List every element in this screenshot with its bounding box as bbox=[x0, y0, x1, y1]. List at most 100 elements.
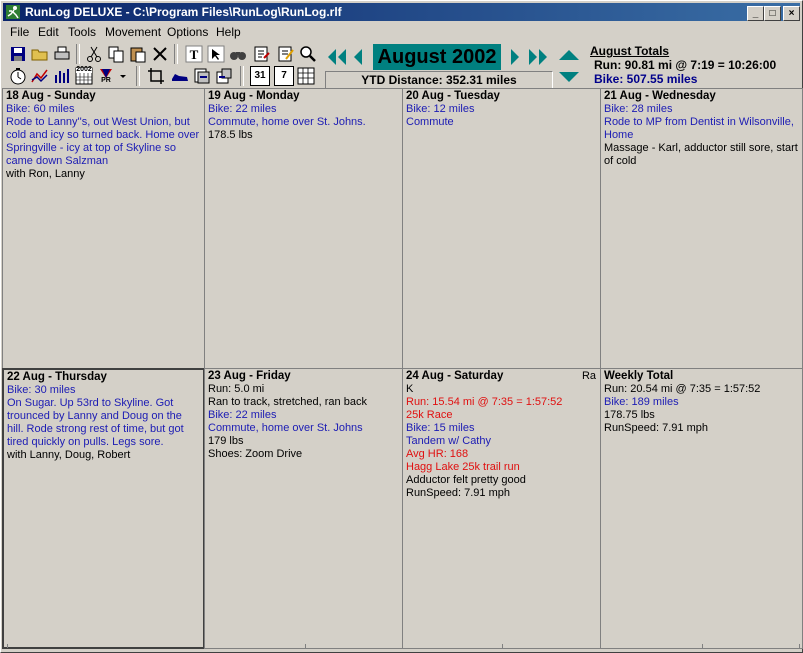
year-badge: 2002 bbox=[76, 66, 92, 73]
save-icon[interactable] bbox=[8, 44, 28, 64]
menu-bar: File Edit Tools Movement Options Help bbox=[3, 23, 800, 41]
crop-icon[interactable] bbox=[146, 66, 166, 86]
entry-line: Tandem w/ Cathy bbox=[406, 435, 491, 447]
entry-line: Shoes: Zoom Drive bbox=[208, 448, 303, 460]
entry-line: with Ron, Lanny bbox=[6, 168, 85, 180]
bar-chart-icon[interactable] bbox=[52, 66, 72, 86]
scale-tick bbox=[600, 644, 601, 648]
menu-options[interactable]: Options bbox=[167, 25, 208, 39]
stopwatch-icon[interactable] bbox=[8, 66, 28, 86]
close-button[interactable]: × bbox=[783, 6, 800, 21]
entry-line: Ran to track, stretched, ran back bbox=[208, 396, 367, 408]
week-view-icon[interactable]: 7 bbox=[274, 66, 294, 86]
print-icon[interactable] bbox=[52, 44, 72, 64]
scroll-down-icon[interactable] bbox=[556, 68, 582, 86]
day-header: Weekly Total bbox=[604, 370, 674, 382]
previous-year-icon[interactable] bbox=[326, 46, 348, 68]
day-cell[interactable]: 21 Aug - Wednesday Bike: 28 miles Rode to … bbox=[600, 88, 803, 369]
entry-line: Run: 15.54 mi @ 7:35 = 1:57:52 bbox=[406, 396, 563, 408]
entry-line: Run: 20.54 mi @ 7:35 = 1:57:52 bbox=[604, 383, 761, 395]
scale-tick bbox=[702, 644, 703, 648]
toolbar-row-1: T bbox=[6, 44, 326, 66]
entry-line: Bike: 22 miles bbox=[208, 103, 277, 115]
day-header: 22 Aug - Thursday bbox=[7, 371, 107, 383]
entry-line: RunSpeed: 7.91 mph bbox=[406, 487, 510, 499]
menu-tools[interactable]: Tools bbox=[68, 25, 96, 39]
entry-line: Commute bbox=[406, 116, 454, 128]
day-corner-text: Ra bbox=[581, 370, 596, 382]
runner-app-icon bbox=[6, 5, 20, 19]
entry-line: Adductor felt pretty good bbox=[406, 474, 526, 486]
day-cell[interactable]: Weekly Total Run: 20.54 mi @ 7:35 = 1:57:… bbox=[600, 368, 803, 649]
week-calendar: 18 Aug - Sunday Bike: 60 miles Rode to Lan… bbox=[2, 88, 803, 649]
entry-line: RunSpeed: 7.91 mph bbox=[604, 422, 708, 434]
day-cell[interactable]: 19 Aug - Monday Bike: 22 miles Commute, ho… bbox=[204, 88, 403, 369]
day-header: 20 Aug - Tuesday bbox=[406, 90, 500, 102]
next-year-icon[interactable] bbox=[527, 46, 549, 68]
day-cell[interactable]: 20 Aug - Tuesday Bike: 12 miles Commute bbox=[402, 88, 601, 369]
entry-line: 25k Race bbox=[406, 409, 453, 421]
calendar-2002-icon[interactable]: 2002 bbox=[74, 66, 94, 86]
menu-help[interactable]: Help bbox=[216, 25, 241, 39]
month-label: August 2002 bbox=[373, 44, 501, 70]
shoe-icon[interactable] bbox=[170, 66, 190, 86]
dropdown-icon[interactable] bbox=[118, 66, 128, 86]
totals-bike: Bike: 507.55 miles bbox=[594, 72, 698, 86]
scale-tick bbox=[7, 644, 8, 648]
title-bar[interactable]: RunLog DELUXE - C:\Program Files\RunLog\… bbox=[3, 3, 800, 21]
day-header: 18 Aug - Sunday bbox=[6, 90, 96, 102]
entry-line: Commute, home over St. Johns. bbox=[208, 116, 366, 128]
maximize-button[interactable]: □ bbox=[764, 6, 781, 21]
day-header: 24 Aug - Saturday bbox=[406, 370, 504, 382]
month-view-icon[interactable] bbox=[296, 66, 316, 86]
entry-line: Rode to MP from Dentist in Wilsonville, … bbox=[604, 116, 794, 141]
ytd-distance: YTD Distance: 352.31 miles bbox=[325, 71, 553, 89]
entry-line: Bike: 28 miles bbox=[604, 103, 673, 115]
entry-line: Massage - Karl, adductor still sore, sta… bbox=[604, 142, 798, 167]
window-title: RunLog DELUXE - C:\Program Files\RunLog\… bbox=[25, 5, 342, 19]
find-icon[interactable] bbox=[228, 44, 248, 64]
delete-icon[interactable] bbox=[150, 44, 170, 64]
scale-tick bbox=[799, 644, 800, 648]
scale-tick bbox=[204, 644, 205, 648]
toolbar-separator bbox=[136, 66, 140, 86]
day-cell[interactable]: 23 Aug - Friday Run: 5.0 mi Ran to track, … bbox=[204, 368, 403, 649]
menu-file[interactable]: File bbox=[10, 25, 29, 39]
entry-line: 178.5 lbs bbox=[208, 129, 253, 141]
text-icon[interactable]: T bbox=[184, 44, 204, 64]
menu-movement[interactable]: Movement bbox=[105, 25, 161, 39]
minimize-button[interactable]: _ bbox=[747, 6, 764, 21]
paste-icon[interactable] bbox=[128, 44, 148, 64]
day-cell[interactable]: 24 Aug - Saturday Ra K Run: 15.54 mi @ 7:35… bbox=[402, 368, 601, 649]
entry-line: Bike: 15 miles bbox=[406, 422, 475, 434]
toolbar-area: T 2002 PR 31 7 August 2002 YTD Distance:… bbox=[3, 42, 800, 89]
entry-line: K bbox=[406, 383, 414, 395]
entry-line: Avg HR: 168 bbox=[406, 448, 469, 460]
open-icon[interactable] bbox=[30, 44, 50, 64]
totals-panel: August Totals Run: 90.81 mi @ 7:19 = 10:… bbox=[588, 44, 800, 88]
day-view-icon[interactable]: 31 bbox=[250, 66, 270, 86]
day-cell[interactable]: 22 Aug - Thursday Bike: 30 miles On Sugar.… bbox=[2, 368, 205, 649]
edit-entry-icon[interactable] bbox=[252, 44, 272, 64]
search-icon[interactable] bbox=[298, 44, 318, 64]
scroll-up-icon[interactable] bbox=[556, 46, 582, 64]
copy-icon[interactable] bbox=[106, 44, 126, 64]
next-month-icon[interactable] bbox=[508, 46, 522, 68]
entry-line: Hagg Lake 25k trail run bbox=[406, 461, 520, 473]
svg-text:T: T bbox=[190, 47, 199, 62]
graph-icon[interactable] bbox=[30, 66, 50, 86]
pr-icon[interactable]: PR bbox=[96, 66, 116, 86]
entry-line: Commute, home over St. Johns bbox=[208, 422, 363, 434]
previous-month-icon[interactable] bbox=[351, 46, 365, 68]
edit-note-icon[interactable] bbox=[276, 44, 296, 64]
menu-edit[interactable]: Edit bbox=[38, 25, 59, 39]
toolbar-separator bbox=[174, 44, 178, 64]
day-cell[interactable]: 18 Aug - Sunday Bike: 60 miles Rode to Lan… bbox=[2, 88, 205, 369]
export-icon[interactable] bbox=[192, 66, 212, 86]
import-icon[interactable] bbox=[214, 66, 234, 86]
entry-line: 178.75 lbs bbox=[604, 409, 655, 421]
select-icon[interactable] bbox=[206, 44, 226, 64]
entry-line: Bike: 30 miles bbox=[7, 384, 76, 396]
entry-line: Rode to Lanny''s, out West Union, but co… bbox=[6, 116, 200, 167]
toolbar-row-2: 2002 PR 31 7 bbox=[6, 66, 326, 88]
